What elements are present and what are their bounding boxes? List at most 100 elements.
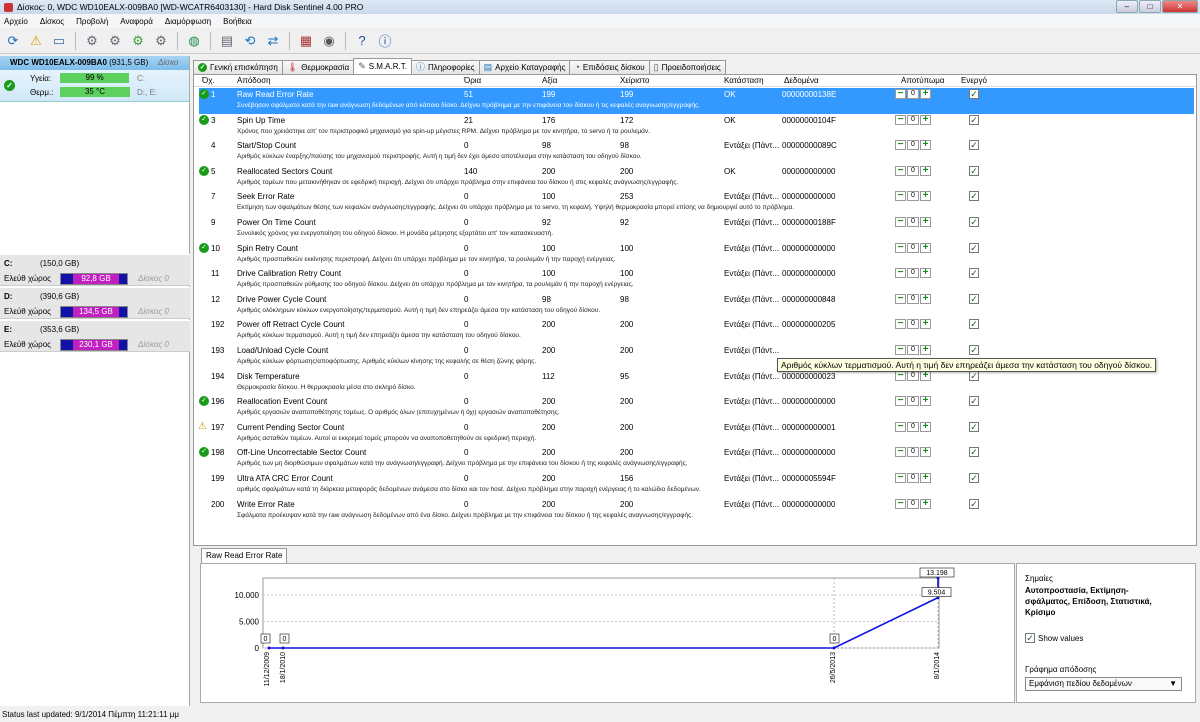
wipe-icon[interactable]: ⚙ — [151, 31, 171, 51]
smart-row[interactable]: 200 Write Error Rate 0 200 200 Εντάξει (Πάντ.… — [199, 498, 1194, 524]
enabled-checkbox[interactable]: ✓ — [969, 396, 979, 407]
smart-row[interactable]: 194 Disk Temperature 0 112 95 Εντάξει (Πάντ..… — [199, 370, 1194, 396]
tab-performance[interactable]: ◔ Επιδόσεις δίσκου — [569, 60, 650, 74]
offset-value[interactable]: 0 — [907, 217, 919, 227]
offset-stepper[interactable]: −0 + — [895, 498, 931, 509]
smart-row[interactable]: 9 Power On Time Count 0 92 92 Εντάξει (Πάντ..… — [199, 216, 1194, 242]
disk-entry[interactable]: WDC WD10EALX-009BA0 (931,5 GB) Δίσκο — [0, 56, 189, 70]
offset-value[interactable]: 0 — [907, 114, 919, 125]
smart-row[interactable]: ✓ 198 Off-Line Uncorrectable Sector Count 0… — [199, 446, 1194, 472]
menu-disk[interactable]: Δίσκος — [40, 17, 64, 26]
globe-icon[interactable]: ◍ — [184, 31, 204, 51]
col-threshold[interactable]: Όρια — [464, 75, 481, 87]
plus-button[interactable]: + — [920, 473, 931, 483]
perf-graph-select[interactable]: Εμφάνιση πεδίου δεδομένων ▼ — [1025, 677, 1182, 691]
offset-stepper[interactable]: −0 + — [895, 89, 931, 99]
offset-stepper[interactable]: −0 + — [895, 396, 931, 407]
plus-button[interactable]: + — [920, 421, 931, 432]
enabled-checkbox[interactable]: ✓ — [969, 473, 979, 483]
plus-button[interactable]: + — [920, 396, 931, 407]
enabled-checkbox[interactable]: ✓ — [969, 165, 979, 176]
volume-c[interactable]: C: (150,0 GB) Ελεύθ χώρος 92,8 GB Δίσκος… — [0, 254, 190, 286]
plus-button[interactable]: + — [920, 89, 931, 99]
offset-stepper[interactable]: −0 + — [895, 473, 931, 483]
minus-button[interactable]: − — [895, 268, 906, 279]
plus-button[interactable]: + — [920, 447, 931, 458]
enabled-checkbox[interactable]: ✓ — [969, 498, 979, 509]
tab-alerts[interactable]: ▯ Προειδοποιήσεις — [648, 60, 726, 74]
enabled-checkbox[interactable]: ✓ — [969, 293, 979, 304]
plus-button[interactable]: + — [920, 165, 931, 176]
report-icon[interactable]: ▤ — [217, 31, 237, 51]
enabled-checkbox[interactable]: ✓ — [969, 191, 979, 202]
minus-button[interactable]: − — [895, 473, 906, 483]
enabled-checkbox[interactable]: ✓ — [969, 217, 979, 227]
repair-icon[interactable]: ⚙ — [128, 31, 148, 51]
show-values-checkbox[interactable]: ✓ — [1025, 633, 1035, 643]
enabled-checkbox[interactable]: ✓ — [969, 268, 979, 279]
smart-row[interactable]: 12 Drive Power Cycle Count 0 98 98 Εντάξει (Π… — [199, 293, 1194, 319]
offset-value[interactable]: 0 — [907, 165, 919, 176]
minus-button[interactable]: − — [895, 498, 906, 509]
info-icon[interactable]: ⓘ — [375, 31, 395, 51]
maximize-button[interactable]: □ — [1139, 0, 1161, 13]
backup-icon[interactable]: ⟲ — [240, 31, 260, 51]
disk-summary[interactable]: ✓ Υγεία: 99 % C: Θερμ.: 35 °C D:, E: — [0, 70, 189, 102]
enabled-checkbox[interactable]: ✓ — [969, 114, 979, 125]
smart-row[interactable]: 192 Power off Retract Cycle Count 0 200 200 Ε… — [199, 318, 1194, 344]
tab-temperature[interactable]: 🌡 Θερμοκρασία — [281, 60, 355, 74]
offset-stepper[interactable]: −0 + — [895, 191, 931, 202]
offset-stepper[interactable]: −0 + — [895, 447, 931, 458]
plus-button[interactable]: + — [920, 293, 931, 304]
plus-button[interactable]: + — [920, 114, 931, 125]
minus-button[interactable]: − — [895, 114, 906, 125]
plus-button[interactable]: + — [920, 319, 931, 330]
minus-button[interactable]: − — [895, 165, 906, 176]
smart-row[interactable]: 4 Start/Stop Count 0 98 98 Εντάξει (Πάντ... 00… — [199, 139, 1194, 165]
volume-d[interactable]: D: (390,6 GB) Ελεύθ χώρος 134,5 GB Δίσκο… — [0, 287, 190, 319]
col-status[interactable]: Κατάσταση — [724, 75, 764, 87]
minus-button[interactable]: − — [895, 370, 906, 381]
close-button[interactable]: ✕ — [1162, 0, 1198, 13]
minus-button[interactable]: − — [895, 447, 906, 458]
menu-file[interactable]: Αρχείο — [4, 17, 28, 26]
plus-button[interactable]: + — [920, 498, 931, 509]
offset-value[interactable]: 0 — [907, 89, 919, 99]
enabled-checkbox[interactable]: ✓ — [969, 345, 979, 355]
col-attribute[interactable]: Απόδοση — [237, 75, 271, 87]
volume-e[interactable]: E: (353,6 GB) Ελεύθ χώρος 230,1 GB Δίσκο… — [0, 320, 190, 352]
offset-value[interactable]: 0 — [907, 421, 919, 432]
menu-view[interactable]: Προβολή — [76, 17, 108, 26]
minus-button[interactable]: − — [895, 140, 906, 151]
offset-value[interactable]: 0 — [907, 473, 919, 483]
disk-test-icon[interactable]: ⚙ — [82, 31, 102, 51]
offset-stepper[interactable]: −0 + — [895, 140, 931, 151]
menu-help[interactable]: Βοήθεια — [223, 17, 252, 26]
offset-value[interactable]: 0 — [907, 268, 919, 279]
enabled-checkbox[interactable]: ✓ — [969, 89, 979, 99]
offset-stepper[interactable]: −0 + — [895, 217, 931, 227]
alert-icon[interactable]: ⚠ — [26, 31, 46, 51]
offset-value[interactable]: 0 — [907, 447, 919, 458]
plus-button[interactable]: + — [920, 345, 931, 355]
smart-row[interactable]: ✓ 5 Reallocated Sectors Count 140 200 200 OK 00… — [199, 165, 1194, 191]
minus-button[interactable]: − — [895, 319, 906, 330]
offset-value[interactable]: 0 — [907, 345, 919, 355]
offset-stepper[interactable]: −0 + — [895, 319, 931, 330]
help-icon[interactable]: ? — [352, 31, 372, 51]
offset-value[interactable]: 0 — [907, 319, 919, 330]
smart-row[interactable]: ⚠ 197 Current Pending Sector Count 0 200 200 Ε… — [198, 421, 1194, 447]
col-value[interactable]: Αξία — [542, 75, 557, 87]
offset-value[interactable]: 0 — [907, 498, 919, 509]
menu-report[interactable]: Αναφορά — [120, 17, 153, 26]
minus-button[interactable]: − — [895, 293, 906, 304]
plus-button[interactable]: + — [920, 242, 931, 253]
offset-stepper[interactable]: −0 + — [895, 421, 931, 432]
minus-button[interactable]: − — [895, 242, 906, 253]
enabled-checkbox[interactable]: ✓ — [969, 242, 979, 253]
acoustic-icon[interactable]: ◉ — [319, 31, 339, 51]
smart-row[interactable]: ✓ 10 Spin Retry Count 0 100 100 Εντάξει (Πάντ.… — [199, 242, 1194, 268]
enabled-checkbox[interactable]: ✓ — [969, 447, 979, 458]
smart-row[interactable]: ✓ 196 Reallocation Event Count 0 200 200 Εντάξ… — [199, 395, 1194, 421]
offset-value[interactable]: 0 — [907, 293, 919, 304]
